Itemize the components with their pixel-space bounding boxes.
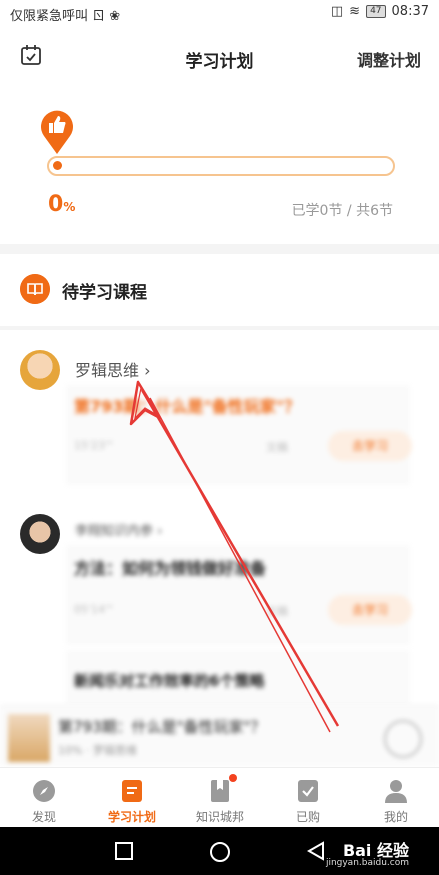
watermark-url: jingyan.baidu.com [325, 858, 409, 868]
notification-dot [229, 774, 237, 782]
back-icon[interactable] [306, 841, 326, 861]
tab-bar: 发现 学习计划 知识城邦 已购 我的 [0, 767, 439, 828]
tab-discover[interactable]: 发现 [0, 768, 88, 828]
system-nav-bar: Bai 经验 jingyan.baidu.com [0, 827, 439, 875]
home-icon[interactable] [209, 841, 231, 863]
compass-icon [33, 780, 55, 802]
tab-label: 我的 [383, 810, 408, 824]
user-icon [385, 780, 407, 803]
tab-purchased[interactable]: 已购 [264, 768, 352, 828]
tab-label: 已购 [295, 810, 320, 824]
tab-study-plan[interactable]: 学习计划 [88, 768, 176, 828]
study-plan-icon [122, 780, 142, 802]
recent-apps-icon[interactable] [114, 841, 134, 861]
tab-label: 知识城邦 [195, 810, 244, 824]
tab-mine[interactable]: 我的 [352, 768, 439, 828]
annotation-arrow [129, 380, 340, 733]
purchased-check-icon [298, 780, 318, 802]
bookmark-book-icon [211, 780, 229, 802]
tab-knowledge-city[interactable]: 知识城邦 [176, 768, 264, 828]
tab-label: 学习计划 [107, 810, 156, 824]
tab-label: 发现 [31, 810, 56, 824]
